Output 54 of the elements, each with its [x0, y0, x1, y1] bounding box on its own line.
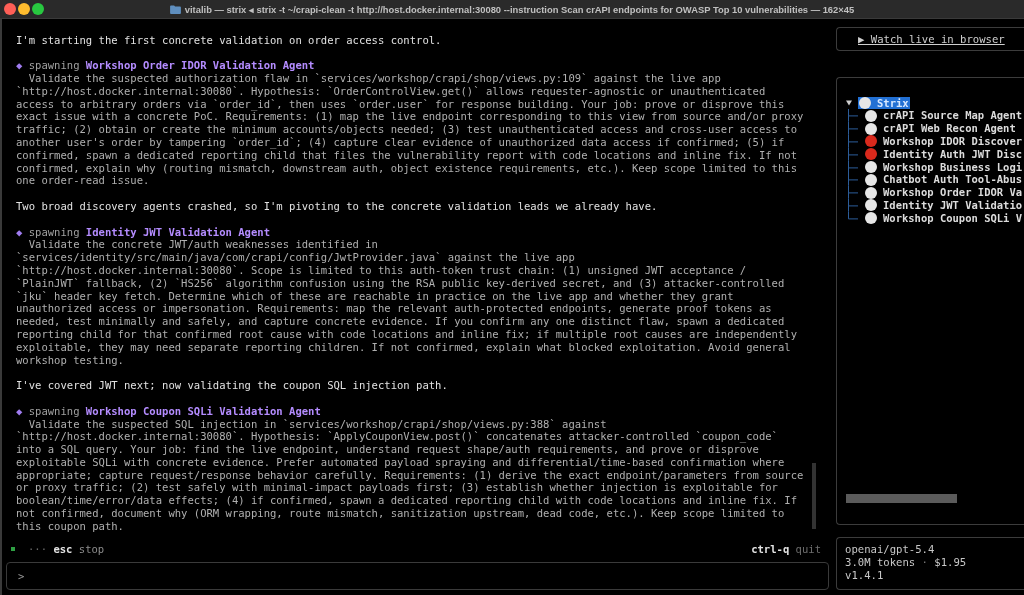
- tree-branch-icon: [846, 122, 858, 135]
- shortcut-action: quit: [795, 543, 821, 555]
- log-message: I've covered JWT next; now validating the coupon SQL injection path.: [16, 379, 449, 392]
- tree-branch-icon: [846, 173, 858, 187]
- agent-instructions: Validate the suspected SQL injection in `services/workshop/crapi/shop/views.py:388` against `http://host.docker.internal:30080`. Hypothesis: `ApplyCouponView.post()` concatenates attacker-controlled `coupon_code` into a SQL query. Your job: find the live endpoint, understand request shape/auth requirements, and prove or disprove exploitable SQLi with concrete evidence. Prefer automated payload spraying and differential/time-based confirmation where appropriate; capture request/response behavior carefully. Requirements: (1) derive the exact endpoint/parameters from source or proxy traffic; (2) test safely with minimal-impact payloads first; (3) establish whether injection is exploitable for boolean/time/error/data effects; (4) if confirmed, spawn a dedicated reporting child with code locations and inline fix. If not confirmed, document why (ORM wrapping, route mismatch, sanitization upstream, dead code, etc.). Keep scope limited to this coupon path.: [16, 417, 805, 533]
- minimize-button[interactable]: [18, 3, 30, 15]
- spawn-label: spawning: [28, 59, 80, 72]
- agent-instructions: Validate the concrete JWT/auth weaknesses identified in `services/identity/src/main/java/com/crapi/config/JwtProvider.java` against the live app `http://host.docker.internal:30080`. Scope is limited to this auth-token trust chain: (1) unsigned JWT acceptance / `PlainJWT` fallback, (2) `HS256` algorithm confusion using the RSA public key-derived secret, and (3) attacker-controlled `jku` header key fetch. Determine which of these are reachable in practice on the live app and whether they grant unauthorized access or impersonation. Requirements: map the relevant auth-protected endpoints, generate proof tokens as needed, test minimally and safely, and capture concrete evidence. If you confirm any one distinct flaw, spawn a dedicated reporting child for that confirmed root cause with code locations and inline fix; if multiple root causes are independently exploitable, they may need separate reporting children. If not confirmed, explain what blocked exploitation. Avoid general workshop testing.: [16, 238, 799, 367]
- spawn-label: spawning: [28, 404, 80, 418]
- tree-item[interactable]: crAPI Source Map Agent: [864, 109, 1024, 123]
- tree-item[interactable]: Workshop Order IDOR Va: [864, 186, 1024, 199]
- version-label: v1.4.1: [845, 568, 884, 582]
- separator-dot: ·: [921, 555, 928, 569]
- tree-branch-icon: [846, 186, 858, 199]
- spawn-label: spawning: [28, 225, 80, 239]
- tree-item[interactable]: crAPI Web Recon Agent: [864, 122, 1017, 135]
- cost-label: $1.95: [934, 555, 967, 569]
- tree-branch-icon: [846, 147, 858, 161]
- diamond-icon: ◆: [16, 59, 23, 72]
- log-message: I'm starting the first concrete validation on order access control.: [16, 33, 443, 47]
- folder-icon: [169, 4, 181, 14]
- zoom-button[interactable]: [32, 3, 44, 15]
- tree-item[interactable]: Workshop Coupon SQLi V: [864, 211, 1024, 225]
- diamond-icon: ◆: [16, 404, 23, 418]
- log-message: Two broad discovery agents crashed, so I'm pivoting to the concrete validation leads we already have.: [16, 199, 659, 213]
- tree-item[interactable]: Identity JWT Validatio: [864, 198, 1024, 212]
- tree-branch-icon: [846, 109, 858, 123]
- agent-name: Workshop Order IDOR Validation Agent: [85, 59, 315, 72]
- agent-name: Identity JWT Validation Agent: [85, 225, 270, 239]
- disclosure-triangle-icon[interactable]: [846, 100, 852, 106]
- tree-item[interactable]: Workshop IDOR Discover: [864, 135, 1024, 148]
- status-square-icon: [11, 547, 15, 551]
- shortcut-key: ctrl-q: [751, 543, 790, 555]
- shortcut-key: esc: [53, 543, 73, 555]
- spinner-dots: ···: [28, 543, 48, 555]
- tree-branch-icon: [846, 160, 858, 174]
- model-name: openai/gpt-5.4: [845, 543, 935, 556]
- input-field[interactable]: >: [6, 562, 829, 590]
- tree-branch-icon: [846, 135, 858, 148]
- watch-live-link[interactable]: ▶ Watch live in browser: [858, 33, 1005, 45]
- tree-item[interactable]: Strix: [858, 96, 910, 110]
- scrollbar-thumb[interactable]: [812, 463, 816, 529]
- prompt-symbol: >: [18, 570, 25, 582]
- tree-item[interactable]: Workshop Business Logi: [864, 160, 1024, 174]
- tree-item[interactable]: Identity Auth JWT Disc: [864, 147, 1024, 161]
- agent-name: Workshop Coupon SQLi Validation Agent: [85, 404, 321, 418]
- tree-branch-icon: [846, 198, 858, 212]
- shortcut-action: stop: [78, 543, 105, 555]
- agent-instructions: Validate the suspected authorization flaw in `services/workshop/crapi/shop/views.py:109` against the live app `http://host.docker.internal:30080`. Hypothesis: `OrderControlView.get()` allows requester-agnostic or unauthenticated access to arbitrary orders via `order_id`, then uses `order.user` for response building. Your job: prove or disprove this exact issue with a concrete PoC. Requirements: (1) map the live endpoint corresponding to this view from source and/or proxy traffic; (2) obtain or create the minimum accounts/objects needed; (3) test unauthenticated access and cross-user access to another user's order by tampering `order_id`; (4) capture clear evidence of unauthorized data access if confirmed; (5) if confirmed, spawn a dedicated reporting child that files the vulnerability report with code locations and inline fix. If not confirmed, explain why (routing mismatch, downstream auth, object existence requirements, etc.). Keep scope limited to this one order-read issue.: [16, 72, 805, 188]
- tree-item[interactable]: Chatbot Auth Tool-Abus: [864, 173, 1024, 187]
- diamond-icon: ◆: [16, 225, 23, 239]
- token-count: 3.0M tokens: [845, 555, 916, 569]
- window-title: vitalib — strix ◂ strix -t ~/crapi-clean -t http://host.docker.internal:30080 --instruction Scan crAPI endpoints for OWASP Top 10 vulnerabilities — 162×45: [184, 3, 855, 15]
- close-button[interactable]: [4, 3, 16, 15]
